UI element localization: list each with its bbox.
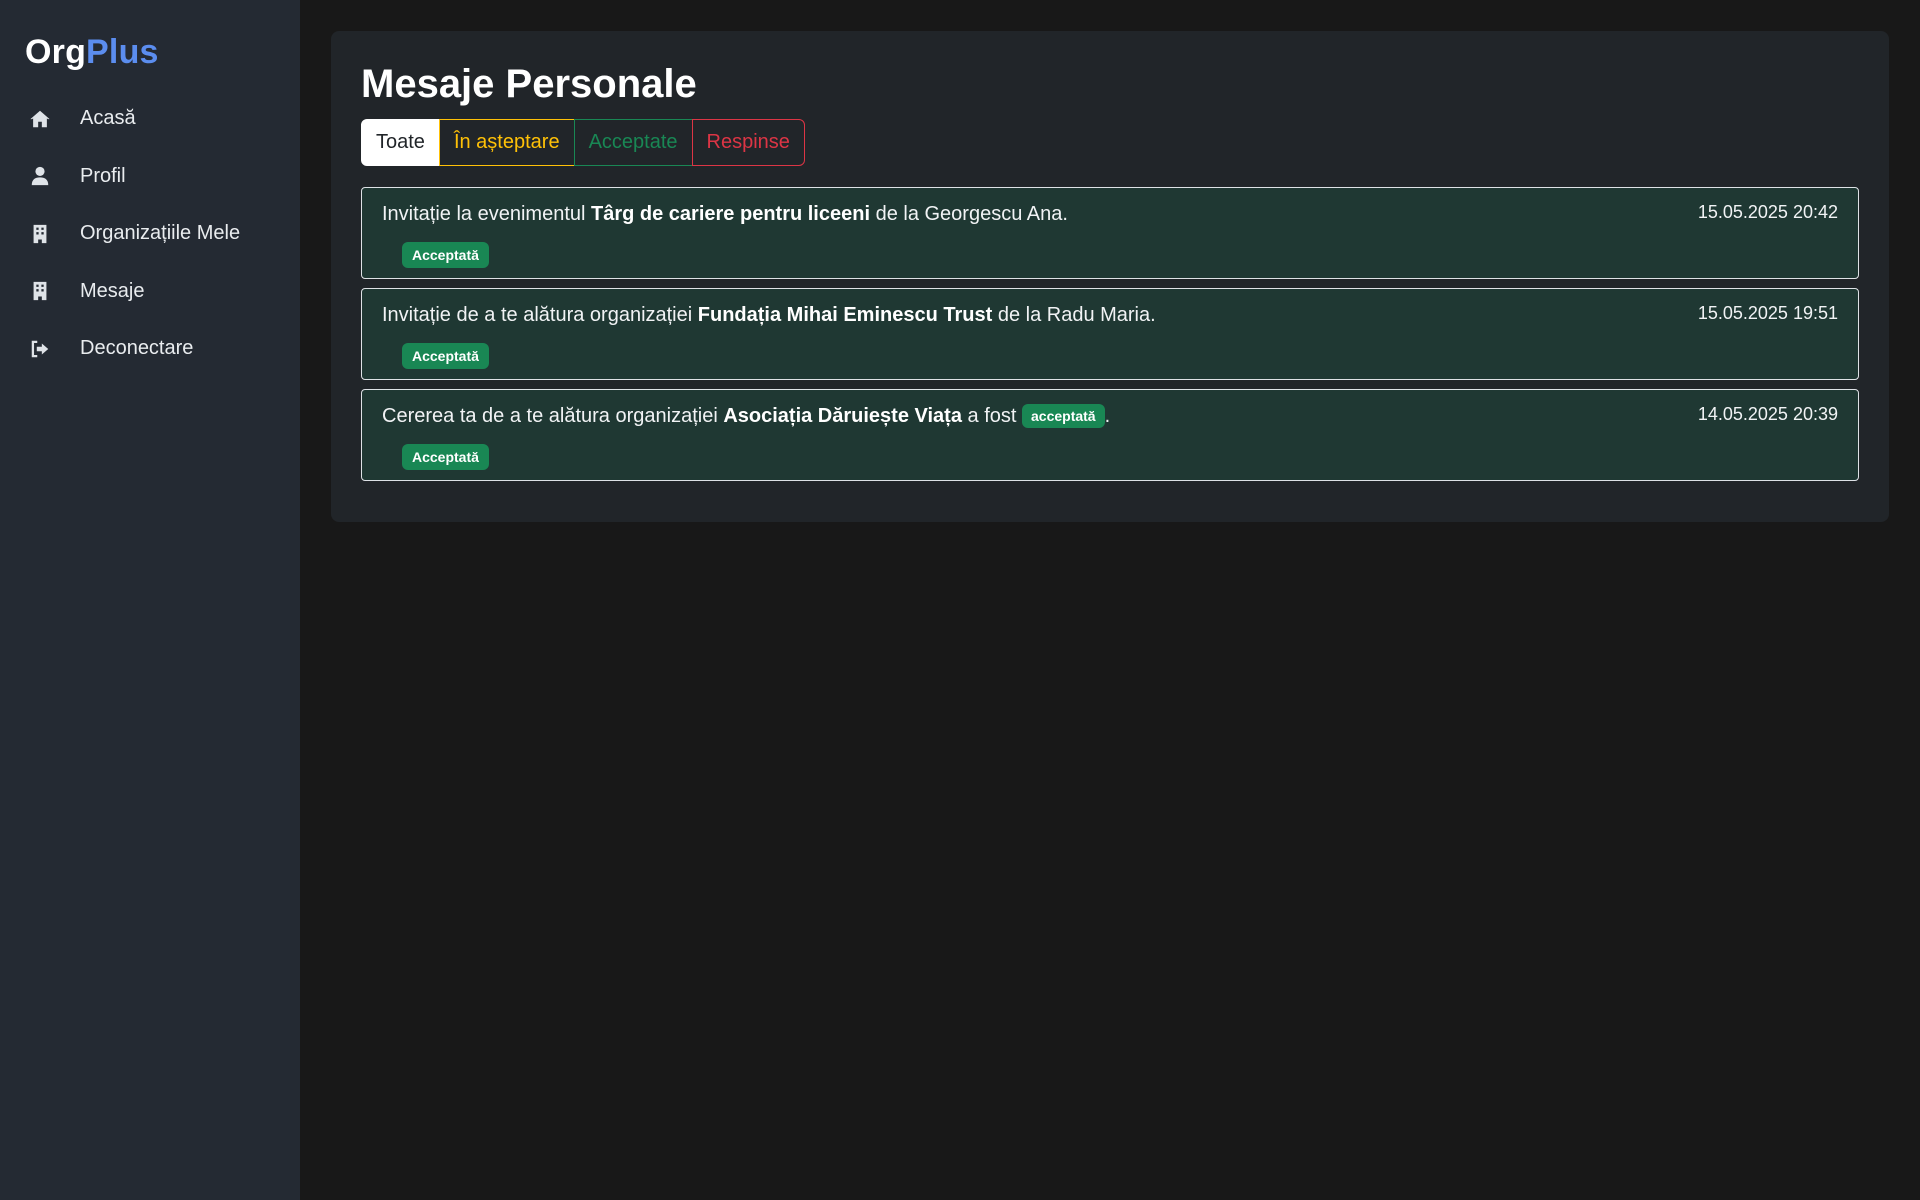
message-text-prefix: Invitație de a te alătura organizației: [382, 304, 698, 326]
message-text-prefix: Cererea ta de a te alătura organizației: [382, 405, 724, 427]
message-item[interactable]: Cererea ta de a te alătura organizației …: [361, 389, 1859, 481]
home-icon: [28, 107, 52, 131]
message-item[interactable]: Invitație de a te alătura organizației F…: [361, 288, 1859, 380]
message-date: 15.05.2025 19:51: [1697, 303, 1838, 323]
message-date: 15.05.2025 20:42: [1697, 202, 1838, 222]
message-organization-name: Asociația Dăruiește Viața: [723, 405, 962, 427]
sidebar-item-deconectare[interactable]: Deconectare: [0, 320, 300, 378]
sidebar-item-label: Deconectare: [80, 337, 194, 360]
message-text-prefix: Invitație la evenimentul: [382, 203, 592, 225]
sidebar-item-organizatii[interactable]: Organizațiile Mele: [0, 205, 300, 263]
sidebar-item-label: Acasă: [80, 107, 136, 130]
page-title: Mesaje Personale: [361, 62, 697, 106]
message-text-middle: a fost: [961, 405, 1022, 427]
brand-part-plus: Plus: [86, 33, 159, 71]
sidebar: OrgPlus Acasă Profil Organizațiile Mele …: [0, 0, 300, 1200]
sidebar-item-mesaje[interactable]: Mesaje: [0, 263, 300, 321]
message-date: 14.05.2025 20:39: [1697, 404, 1838, 424]
message-text: Invitație de a te alătura organizației F…: [382, 301, 1156, 329]
building-icon: [28, 279, 52, 303]
sidebar-nav: Acasă Profil Organizațiile Mele Mesaje D…: [0, 90, 300, 378]
status-badge: Acceptată: [402, 343, 489, 369]
message-text: Cererea ta de a te alătura organizației …: [382, 402, 1110, 430]
building-icon: [28, 222, 52, 246]
logout-icon: [28, 337, 52, 361]
message-event-name: Târg de cariere pentru liceeni: [591, 203, 871, 225]
sidebar-item-label: Profil: [80, 164, 126, 187]
status-badge: Acceptată: [402, 242, 489, 268]
filter-rejected-button[interactable]: Respinse: [691, 119, 805, 166]
brand-logo[interactable]: OrgPlus: [25, 30, 159, 74]
user-icon: [28, 164, 52, 188]
sidebar-item-label: Organizațiile Mele: [80, 222, 241, 245]
filter-all-button[interactable]: Toate: [361, 119, 440, 166]
filter-accepted-button[interactable]: Acceptate: [573, 119, 693, 166]
message-text-suffix: de la Radu Maria.: [992, 304, 1156, 326]
sidebar-item-profil[interactable]: Profil: [0, 148, 300, 206]
message-organization-name: Fundația Mihai Eminescu Trust: [697, 304, 993, 326]
message-list: Invitație la evenimentul Târg de cariere…: [361, 187, 1859, 490]
message-text-suffix: .: [1104, 405, 1111, 427]
messages-panel: Mesaje Personale Toate În așteptare Acce…: [331, 31, 1889, 522]
message-text-suffix: de la Georgescu Ana.: [870, 203, 1068, 225]
filter-button-group: Toate În așteptare Acceptate Respinse: [361, 119, 805, 166]
inline-status-badge: acceptată: [1022, 404, 1105, 428]
sidebar-item-acasa[interactable]: Acasă: [0, 90, 300, 148]
filter-pending-button[interactable]: În așteptare: [438, 119, 575, 166]
brand-part-org: Org: [25, 33, 87, 71]
status-badge: Acceptată: [402, 444, 489, 470]
message-text: Invitație la evenimentul Târg de cariere…: [382, 200, 1068, 228]
sidebar-item-label: Mesaje: [80, 279, 145, 302]
message-item[interactable]: Invitație la evenimentul Târg de cariere…: [361, 187, 1859, 279]
